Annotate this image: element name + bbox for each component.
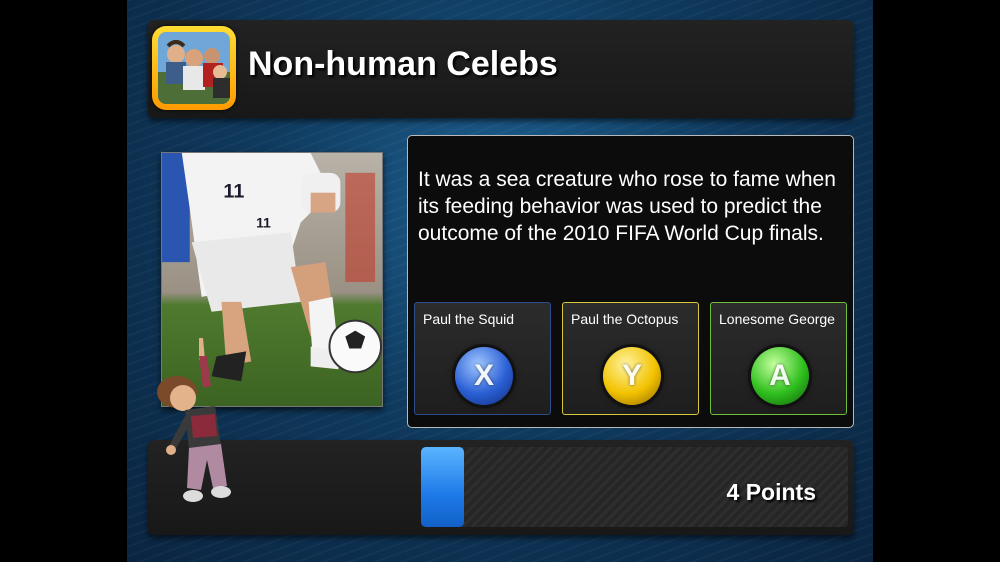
button-letter: Y [621, 359, 642, 392]
shorts-number: 11 [256, 214, 271, 230]
category-title: Non-human Celebs [248, 45, 558, 83]
game-screen: Non-human Celebs 11 11 It was a sea crea… [127, 0, 873, 562]
timer-track: 4 Points [421, 447, 848, 527]
player-avatar [155, 336, 265, 512]
question-panel: It was a sea creature who rose to fame w… [407, 135, 854, 428]
timer-fill [421, 447, 464, 527]
button-letter: A [769, 359, 791, 392]
answer-option-y[interactable]: Paul the Octopus Y [562, 302, 699, 415]
answer-option-x[interactable]: Paul the Squid X [414, 302, 551, 415]
points-label: 4 Points [726, 479, 816, 505]
answer-label: Paul the Octopus [571, 311, 679, 327]
button-letter: X [473, 359, 494, 392]
jersey-number: 11 [223, 181, 244, 203]
y-button-icon: Y [603, 347, 661, 405]
answer-label: Paul the Squid [423, 311, 515, 327]
a-button-icon: A [751, 347, 809, 405]
category-header: Non-human Celebs [148, 20, 854, 118]
x-button-icon: X [455, 347, 513, 405]
question-text: It was a sea creature who rose to fame w… [418, 168, 836, 245]
answer-label: Lonesome George [719, 311, 835, 327]
group-photo-icon [152, 26, 236, 110]
answer-option-a[interactable]: Lonesome George A [710, 302, 847, 415]
